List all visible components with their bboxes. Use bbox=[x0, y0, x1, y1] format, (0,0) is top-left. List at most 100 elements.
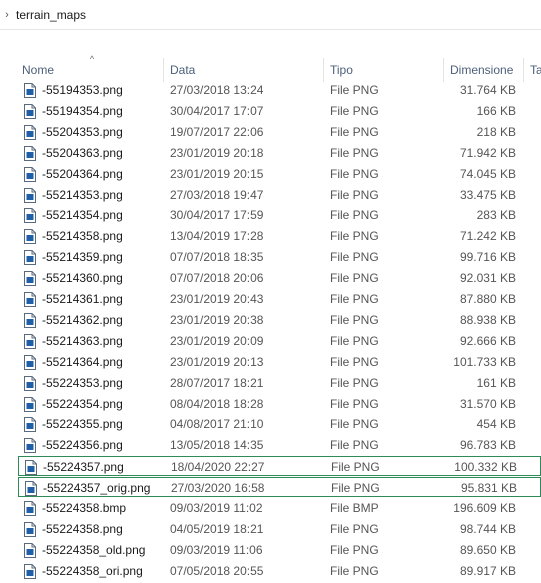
file-row[interactable]: -55214363.png 23/01/2019 20:09 File PNG 92.… bbox=[18, 331, 541, 351]
file-name: -55224356.png bbox=[42, 438, 123, 453]
chevron-right-icon[interactable]: › bbox=[0, 9, 14, 21]
file-size: 74.045 KB bbox=[459, 166, 516, 181]
file-row[interactable]: -55214360.png 07/07/2018 20:06 File PNG 92.… bbox=[18, 268, 541, 288]
file-row[interactable]: -55194354.png 30/04/2017 17:07 File PNG 166… bbox=[18, 101, 541, 121]
file-row[interactable]: -55214353.png 27/03/2018 19:47 File PNG 33.… bbox=[18, 185, 541, 205]
file-date: 23/01/2019 20:15 bbox=[170, 166, 264, 181]
file-name: -55214360.png bbox=[42, 271, 123, 286]
file-icon bbox=[24, 417, 36, 433]
file-name: -55214354.png bbox=[42, 208, 123, 223]
file-name: -55214358.png bbox=[42, 229, 123, 244]
file-row[interactable]: -55224357_orig.png 27/03/2020 16:58 File P… bbox=[18, 477, 541, 498]
file-name: -55204363.png bbox=[42, 145, 123, 160]
file-date: 27/03/2020 16:58 bbox=[171, 481, 265, 496]
file-row[interactable]: -55214359.png 07/07/2018 18:35 File PNG 99.… bbox=[18, 247, 541, 267]
file-type: File PNG bbox=[330, 124, 379, 139]
file-name: -55224357.png bbox=[43, 460, 124, 475]
column-header-date[interactable]: Data bbox=[164, 58, 324, 82]
file-row[interactable]: -55224353.png 28/07/2017 18:21 File PNG 161… bbox=[18, 373, 541, 393]
file-icon bbox=[25, 481, 37, 497]
file-icon bbox=[24, 521, 36, 537]
file-size: 99.716 KB bbox=[459, 250, 516, 265]
file-date: 30/04/2017 17:07 bbox=[170, 103, 264, 118]
file-icon bbox=[24, 333, 36, 349]
column-header-type[interactable]: Tipo bbox=[324, 58, 444, 82]
file-row[interactable]: -55224358_ori.png 07/05/2018 20:55 File PN… bbox=[18, 561, 541, 581]
file-type: File BMP bbox=[330, 501, 379, 515]
file-icon bbox=[24, 354, 36, 370]
file-type: File PNG bbox=[330, 292, 379, 306]
file-type: File PNG bbox=[331, 481, 380, 496]
file-icon bbox=[24, 187, 36, 203]
file-size: 31.764 KB bbox=[459, 83, 516, 97]
file-size: 196.609 KB bbox=[453, 501, 516, 515]
file-name: -55214361.png bbox=[42, 292, 123, 306]
file-row[interactable]: -55214364.png 23/01/2019 20:13 File PNG 101… bbox=[18, 352, 541, 372]
file-size: 161 KB bbox=[476, 375, 516, 390]
file-type: File PNG bbox=[330, 542, 379, 557]
column-header-size[interactable]: Dimensione bbox=[444, 58, 524, 82]
file-size: 87.880 KB bbox=[459, 292, 516, 306]
column-header-name[interactable]: Nome bbox=[16, 58, 164, 82]
file-size: 218 KB bbox=[476, 124, 516, 139]
file-date: 07/07/2018 18:35 bbox=[170, 250, 264, 265]
file-size: 166 KB bbox=[476, 103, 516, 118]
file-row[interactable]: -55224357.png 18/04/2020 22:27 File PNG 100… bbox=[18, 456, 541, 477]
file-size: 89.917 KB bbox=[459, 563, 516, 578]
file-icon bbox=[24, 83, 36, 98]
file-size: 96.783 KB bbox=[459, 438, 516, 453]
file-date: 09/03/2019 11:02 bbox=[170, 501, 263, 515]
file-icon bbox=[24, 124, 36, 140]
file-date: 04/05/2019 18:21 bbox=[170, 521, 264, 536]
file-row[interactable]: -55214362.png 23/01/2019 20:38 File PNG 88.… bbox=[18, 310, 541, 330]
file-name: -55214353.png bbox=[42, 187, 123, 202]
file-icon bbox=[24, 542, 36, 558]
file-size: 454 KB bbox=[476, 417, 516, 432]
file-name: -55224357_orig.png bbox=[43, 481, 151, 496]
file-row[interactable]: -55204363.png 23/01/2019 20:18 File PNG 71.… bbox=[18, 143, 541, 163]
file-icon bbox=[24, 438, 36, 454]
file-type: File PNG bbox=[330, 417, 379, 432]
breadcrumb: › terrain_maps bbox=[0, 0, 541, 30]
file-row[interactable]: -55204364.png 23/01/2019 20:15 File PNG 74.… bbox=[18, 164, 541, 184]
file-size: 92.031 KB bbox=[459, 271, 516, 286]
file-row[interactable]: -55224356.png 13/05/2018 14:35 File PNG 96.… bbox=[18, 435, 541, 455]
file-type: File PNG bbox=[330, 333, 379, 348]
file-name: -55224355.png bbox=[42, 417, 123, 432]
file-date: 27/03/2018 19:47 bbox=[170, 187, 264, 202]
file-type: File PNG bbox=[330, 271, 379, 286]
file-type: File PNG bbox=[330, 312, 379, 327]
file-date: 23/01/2019 20:18 bbox=[170, 145, 264, 160]
file-row[interactable]: -55194353.png 27/03/2018 13:24 File PNG 31.… bbox=[18, 80, 541, 100]
file-row[interactable]: -55204353.png 19/07/2017 22:06 File PNG 218… bbox=[18, 122, 541, 142]
file-icon bbox=[24, 563, 36, 579]
file-date: 09/03/2019 11:06 bbox=[170, 542, 263, 557]
file-type: File PNG bbox=[330, 250, 379, 265]
file-size: 71.942 KB bbox=[459, 145, 516, 160]
file-row[interactable]: -55224358.bmp 09/03/2019 11:02 File BMP 196… bbox=[18, 498, 541, 518]
file-icon bbox=[24, 312, 36, 328]
file-size: 283 KB bbox=[476, 208, 516, 223]
file-row[interactable]: -55224358.png 04/05/2019 18:21 File PNG 98.… bbox=[18, 519, 541, 539]
file-icon bbox=[24, 292, 36, 307]
file-row[interactable]: -55214358.png 13/04/2019 17:28 File PNG 71.… bbox=[18, 226, 541, 246]
column-header-extra[interactable]: Ta bbox=[524, 58, 541, 82]
file-row[interactable]: -55214354.png 30/04/2017 17:59 File PNG 283… bbox=[18, 205, 541, 225]
breadcrumb-folder[interactable]: terrain_maps bbox=[16, 8, 86, 22]
file-date: 07/07/2018 20:06 bbox=[170, 271, 264, 286]
file-type: File PNG bbox=[330, 438, 379, 453]
file-type: File PNG bbox=[331, 460, 380, 475]
file-row[interactable]: -55224354.png 08/04/2018 18:28 File PNG 31.… bbox=[18, 394, 541, 414]
file-date: 13/05/2018 14:35 bbox=[170, 438, 264, 453]
file-row[interactable]: -55214361.png 23/01/2019 20:43 File PNG 87.… bbox=[18, 289, 541, 309]
file-row[interactable]: -55224358_old.png 09/03/2019 11:06 File PN… bbox=[18, 540, 541, 560]
file-name: -55194353.png bbox=[42, 83, 123, 97]
file-name: -55214363.png bbox=[42, 333, 123, 348]
file-date: 23/01/2019 20:13 bbox=[170, 354, 264, 369]
file-icon bbox=[24, 396, 36, 412]
file-icon bbox=[24, 375, 36, 391]
file-name: -55204353.png bbox=[42, 124, 123, 139]
file-name: -55214362.png bbox=[42, 312, 123, 327]
file-row[interactable]: -55224355.png 04/08/2017 21:10 File PNG 454… bbox=[18, 414, 541, 434]
file-size: 100.332 KB bbox=[454, 460, 517, 475]
